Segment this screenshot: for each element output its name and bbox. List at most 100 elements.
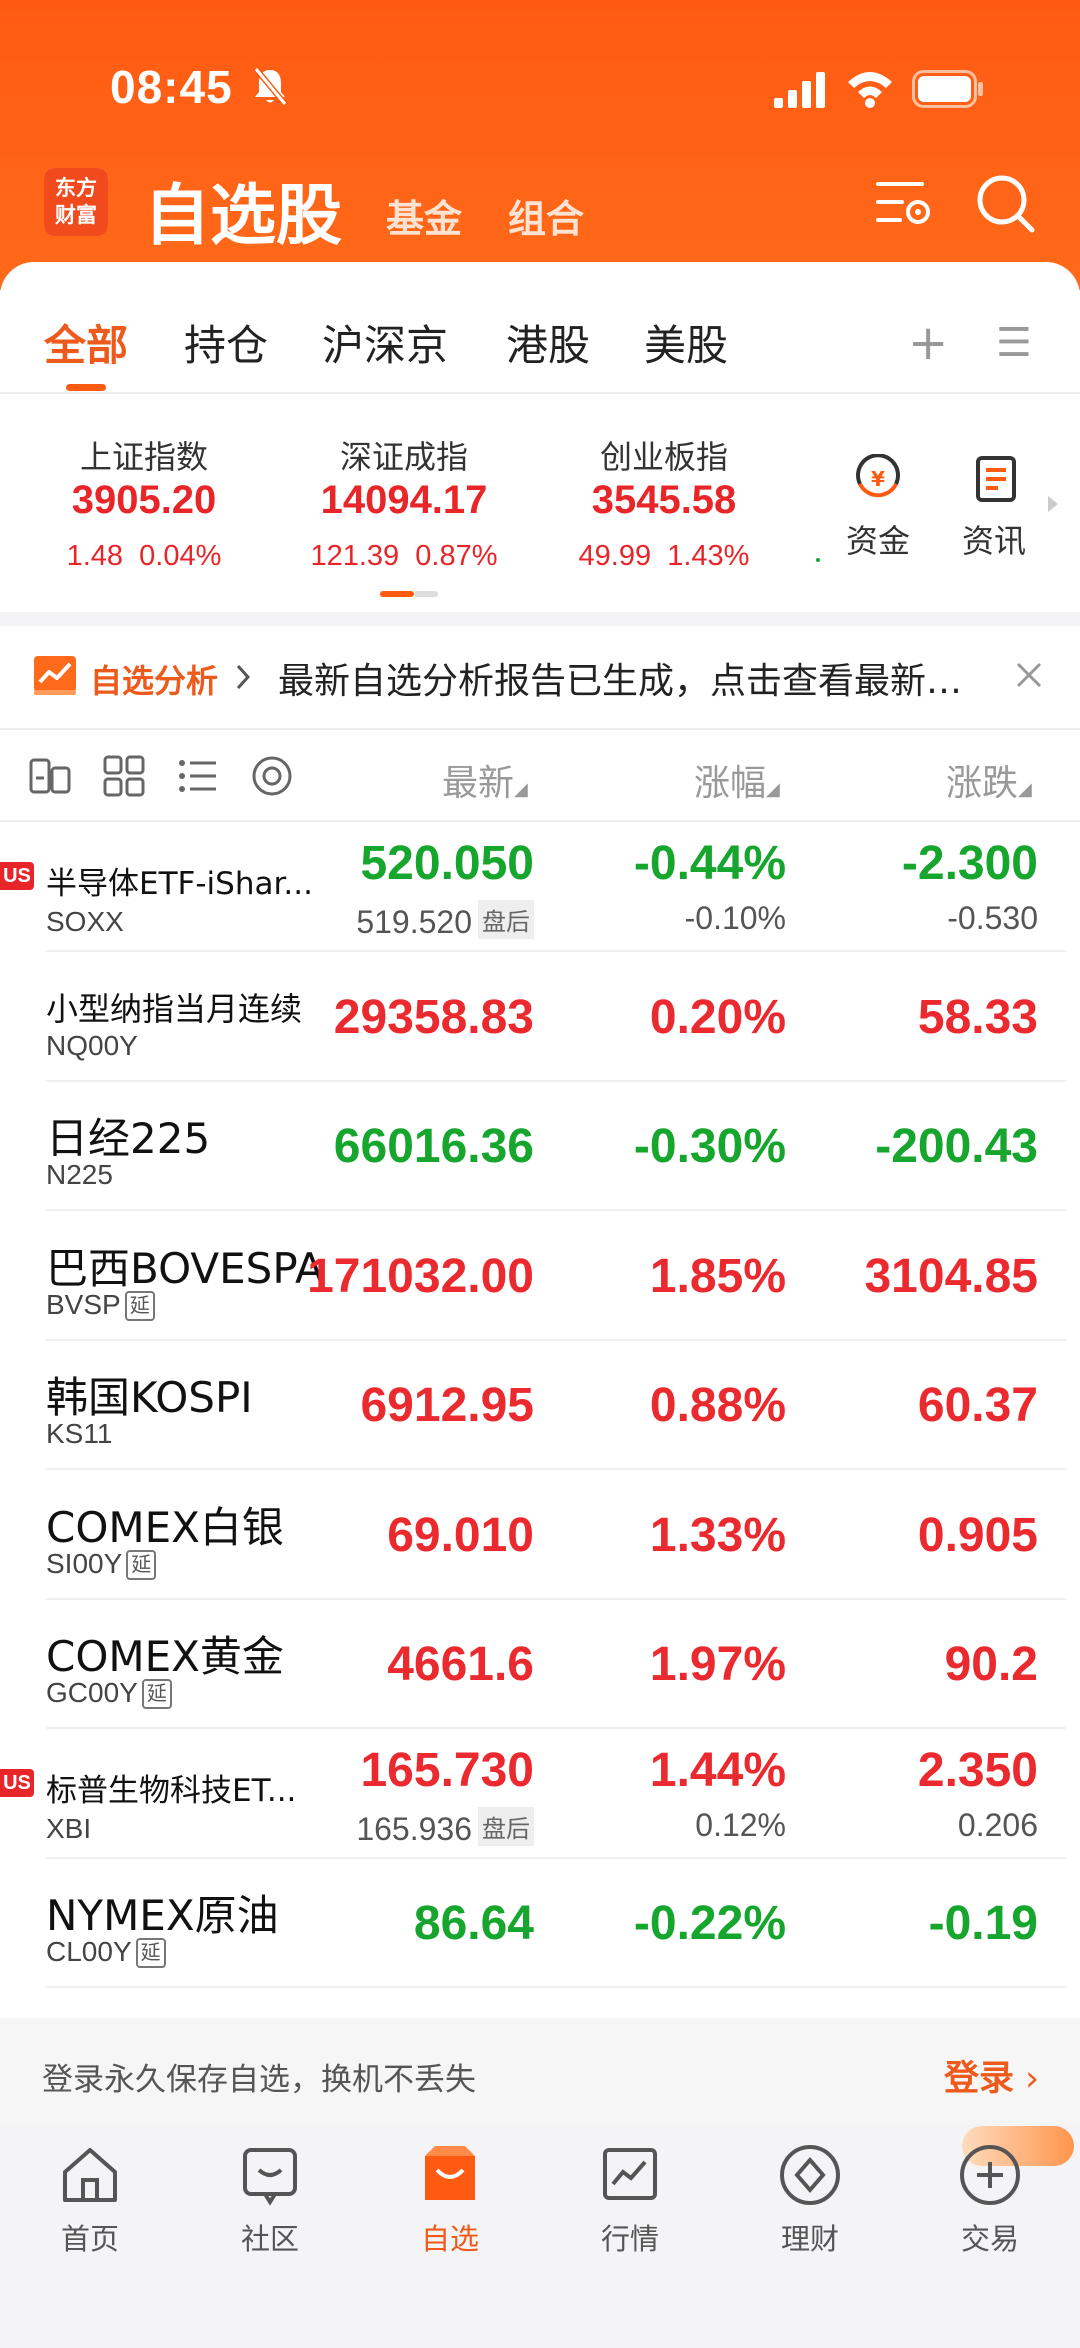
change-percent: 1.85% bbox=[649, 1250, 786, 1303]
nav-watchlist[interactable]: 自选 bbox=[380, 2134, 520, 2258]
latest-price: 4661.6 bbox=[387, 1638, 534, 1691]
chart-icon bbox=[603, 2148, 657, 2200]
nav-wealth[interactable]: 理财 bbox=[740, 2134, 880, 2258]
page-title: 自选股 bbox=[144, 177, 342, 254]
after-hours-change: 0.206 bbox=[957, 1807, 1038, 1843]
index-change: 1.48 0.04% bbox=[66, 540, 222, 572]
tab-fund[interactable]: 基金 bbox=[386, 188, 462, 243]
login-button[interactable]: 登录 › bbox=[944, 2050, 1039, 2101]
chevron-right-icon[interactable] bbox=[1046, 494, 1060, 514]
tab-portfolio[interactable]: 组合 bbox=[508, 188, 584, 243]
news-label: 资讯 bbox=[962, 522, 1027, 560]
column-change-pct[interactable]: 涨幅◢ bbox=[694, 754, 780, 806]
after-hours-percent: 0.12% bbox=[695, 1807, 786, 1843]
security-name: 小型纳指当月连续 bbox=[46, 990, 303, 1028]
column-change[interactable]: 涨跌◢ bbox=[946, 754, 1032, 806]
table-row[interactable]: COMEX白银 SI00Y 延 69.010 1.33% 0.905 bbox=[0, 1470, 1080, 1600]
latest-price: 66016.36 bbox=[333, 1120, 534, 1173]
search-icon[interactable] bbox=[974, 172, 1038, 236]
latest-price: 69.010 bbox=[387, 1509, 534, 1562]
table-row[interactable]: US 标普生物科技ET... XBI 165.730 1.44% 2.350 165.936… bbox=[0, 1729, 1080, 1859]
index-pager-track bbox=[414, 591, 438, 597]
target-icon[interactable] bbox=[250, 754, 294, 798]
change-amount: 58.33 bbox=[917, 991, 1038, 1044]
security-name: 巴西BOVESPA bbox=[46, 1244, 324, 1293]
nav-market[interactable]: 行情 bbox=[560, 2134, 700, 2258]
security-name: COMEX白银 bbox=[46, 1503, 284, 1552]
change-percent: 1.33% bbox=[649, 1509, 786, 1562]
change-amount: -200.43 bbox=[875, 1120, 1038, 1173]
nav-home[interactable]: 首页 bbox=[20, 2134, 160, 2258]
table-row[interactable]: 巴西BOVESPA BVSP 延 171032.00 1.85% 3104.85 bbox=[0, 1211, 1080, 1341]
table-row[interactable]: 韩国KOSPI KS11 6912.95 0.88% 60.37 bbox=[0, 1340, 1080, 1470]
nav-label: 自选 bbox=[420, 2222, 479, 2256]
table-row[interactable]: 小型纳指当月连续 NQ00Y 29358.83 0.20% 58.33 bbox=[0, 952, 1080, 1082]
table-row[interactable]: NYMEX原油 CL00Y 延 86.64 -0.22% -0.19 bbox=[0, 1858, 1080, 1988]
security-code: NQ00Y bbox=[46, 1030, 138, 1061]
change-amount: 2.350 bbox=[917, 1744, 1038, 1797]
table-row[interactable]: COMEX黄金 GC00Y 延 4661.6 1.97% 90.2 bbox=[0, 1599, 1080, 1729]
tab-hk-stocks[interactable]: 港股 bbox=[506, 312, 590, 373]
change-percent: -0.30% bbox=[633, 1120, 786, 1173]
latest-price: 165.730 bbox=[360, 1744, 534, 1797]
nav-community[interactable]: 社区 bbox=[200, 2134, 340, 2258]
analysis-chart-icon bbox=[34, 656, 76, 695]
tab-all[interactable]: 全部 bbox=[44, 312, 128, 373]
section-gap bbox=[0, 612, 1080, 626]
security-name: 韩国KOSPI bbox=[46, 1373, 253, 1422]
tab-us-stocks[interactable]: 美股 bbox=[644, 312, 728, 373]
banner-message: 最新自选分析报告已生成，点击查看最新… bbox=[278, 661, 963, 702]
watchlist-icon bbox=[425, 2146, 475, 2200]
index-name: 创业板指 bbox=[599, 438, 728, 476]
change-percent: -0.44% bbox=[633, 837, 786, 890]
chat-icon bbox=[243, 2148, 297, 2206]
login-prompt-text: 登录永久保存自选，换机不丢失 bbox=[42, 2062, 476, 2098]
change-amount: 0.905 bbox=[917, 1509, 1038, 1562]
latest-price: 171032.00 bbox=[307, 1250, 534, 1303]
table-row[interactable]: US 半导体ETF-iShar... SOXX 520.050 -0.44% -2.300… bbox=[0, 822, 1080, 952]
security-code: GC00Y 延 bbox=[46, 1677, 172, 1709]
change-percent: -0.22% bbox=[633, 1897, 786, 1950]
security-name: 半导体ETF-iShar... bbox=[46, 866, 313, 902]
security-code: KS11 bbox=[46, 1418, 113, 1449]
active-tab-indicator bbox=[66, 384, 106, 391]
list-settings-icon[interactable] bbox=[872, 172, 936, 236]
index-value: 3905.20 bbox=[71, 478, 217, 522]
nav-label: 社区 bbox=[240, 2222, 299, 2256]
grid-view-icon[interactable] bbox=[102, 754, 146, 798]
column-latest[interactable]: 最新◢ bbox=[442, 754, 528, 806]
nav-label: 首页 bbox=[60, 2222, 119, 2256]
nav-trade[interactable]: 交易 bbox=[920, 2134, 1060, 2258]
news-icon bbox=[976, 456, 1016, 502]
logo-line1: 东方 bbox=[55, 176, 97, 200]
tab-holdings[interactable]: 持仓 bbox=[184, 312, 268, 373]
banner-label: 自选分析 bbox=[90, 662, 219, 700]
index-name: 上证指数 bbox=[79, 438, 208, 476]
group-menu-button[interactable]: ☰ bbox=[996, 320, 1032, 366]
partially-hidden-row bbox=[0, 1988, 1080, 2018]
security-code: N225 bbox=[46, 1159, 113, 1190]
list-view-icon[interactable] bbox=[176, 754, 220, 798]
after-hours-price: 519.520 盘后 bbox=[356, 900, 534, 941]
bottom-nav bbox=[0, 2124, 1080, 2348]
latest-price: 29358.83 bbox=[333, 991, 534, 1044]
svg-text:¥: ¥ bbox=[871, 467, 885, 491]
delayed-tag: 延 bbox=[141, 1679, 172, 1709]
table-row[interactable]: 日经225 N225 66016.36 -0.30% -200.43 bbox=[0, 1081, 1080, 1211]
status-time: 08:45 bbox=[110, 61, 233, 113]
tabs-divider bbox=[0, 392, 1080, 394]
index-value: 3545.58 bbox=[591, 478, 737, 522]
change-amount: 3104.85 bbox=[864, 1250, 1038, 1303]
home-icon bbox=[63, 2148, 117, 2202]
change-amount: -2.300 bbox=[901, 837, 1038, 890]
close-icon[interactable] bbox=[1014, 660, 1044, 690]
delayed-tag: 延 bbox=[124, 1291, 155, 1321]
change-percent: 0.20% bbox=[649, 991, 786, 1044]
after-hours-tag: 盘后 bbox=[478, 1807, 534, 1846]
cellular-signal-icon bbox=[774, 72, 825, 108]
latest-price: 6912.95 bbox=[360, 1379, 534, 1432]
tab-a-shares[interactable]: 沪深京 bbox=[322, 312, 448, 373]
layout-toggle-icon[interactable] bbox=[28, 754, 72, 798]
add-group-button[interactable]: + bbox=[908, 315, 948, 371]
delayed-tag: 延 bbox=[126, 1550, 157, 1580]
